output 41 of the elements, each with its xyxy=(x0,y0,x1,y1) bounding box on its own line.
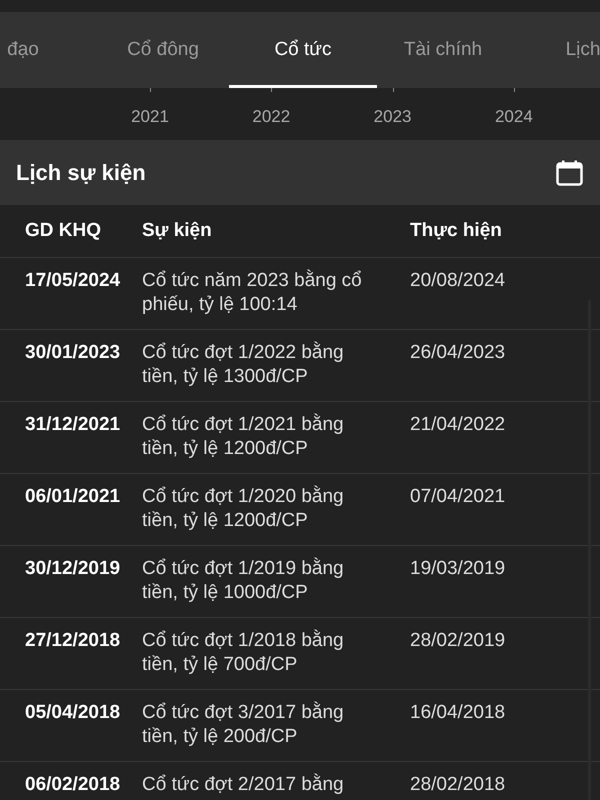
tick-mark xyxy=(150,88,151,92)
year-label: 2022 xyxy=(251,106,292,128)
tab[interactable]: Lịch xyxy=(513,12,600,88)
record-date: 30/01/2023 xyxy=(25,341,122,365)
execution-date: 20/08/2024 xyxy=(410,269,506,293)
event-description: Cổ tức đợt 1/2022 bằng tiền, tỷ lệ 1300đ/CP xyxy=(142,341,345,389)
record-date: 27/12/2018 xyxy=(25,629,122,653)
execution-date: 21/04/2022 xyxy=(410,413,506,437)
event-description: Cổ tức đợt 1/2018 bằng tiền, tỷ lệ 700đ/CP xyxy=(142,629,345,677)
year-label: 2023 xyxy=(372,106,412,128)
tab[interactable]: Tài chính xyxy=(373,12,513,88)
execution-date: 26/04/2023 xyxy=(410,341,506,365)
execution-date: 07/04/2021 xyxy=(410,485,506,509)
event-description: Cổ tức đợt 1/2021 bằng tiền, tỷ lệ 1200đ/CP xyxy=(142,413,345,461)
record-date: 06/01/2021 xyxy=(25,485,122,509)
event-description: Cổ tức đợt 1/2019 bằng tiền, tỷ lệ 1000đ/CP xyxy=(142,557,345,605)
year-label: 2024 xyxy=(494,106,534,128)
event-description: Cổ tức đợt 1/2020 bằng tiền, tỷ lệ 1200đ/CP xyxy=(142,485,345,533)
tick-mark xyxy=(271,88,272,92)
event-description: Cổ tức năm 2023 bằng cổ phiếu, tỷ lệ 100:14 xyxy=(142,269,363,317)
record-date: 17/05/2024 xyxy=(25,269,122,293)
tick-mark xyxy=(392,88,394,92)
record-date: 06/02/2018 xyxy=(25,773,122,797)
record-date: 31/12/2021 xyxy=(25,413,122,437)
column-header: GD KHQ xyxy=(25,220,101,241)
execution-date: 28/02/2018 xyxy=(410,773,506,797)
tab[interactable]: đạo xyxy=(0,12,93,88)
execution-date: 16/04/2018 xyxy=(410,701,506,725)
column-header: Thực hiện xyxy=(410,220,502,241)
record-date: 05/04/2018 xyxy=(25,701,122,725)
tick-mark xyxy=(514,88,515,92)
column-header: Sự kiện xyxy=(142,220,212,241)
execution-date: 19/03/2019 xyxy=(410,557,506,581)
execution-date: 28/02/2019 xyxy=(410,629,506,653)
tab[interactable]: Cổ đông xyxy=(93,12,233,88)
year-label: 2021 xyxy=(130,106,170,128)
section-title: Lịch sự kiện xyxy=(16,159,146,187)
record-date: 30/12/2019 xyxy=(25,557,122,581)
event-description: Cổ tức đợt 3/2017 bằng tiền, tỷ lệ 200đ/CP xyxy=(142,701,345,749)
event-description: Cổ tức đợt 2/2017 bằng xyxy=(142,773,345,797)
calendar-icon[interactable] xyxy=(556,160,583,186)
